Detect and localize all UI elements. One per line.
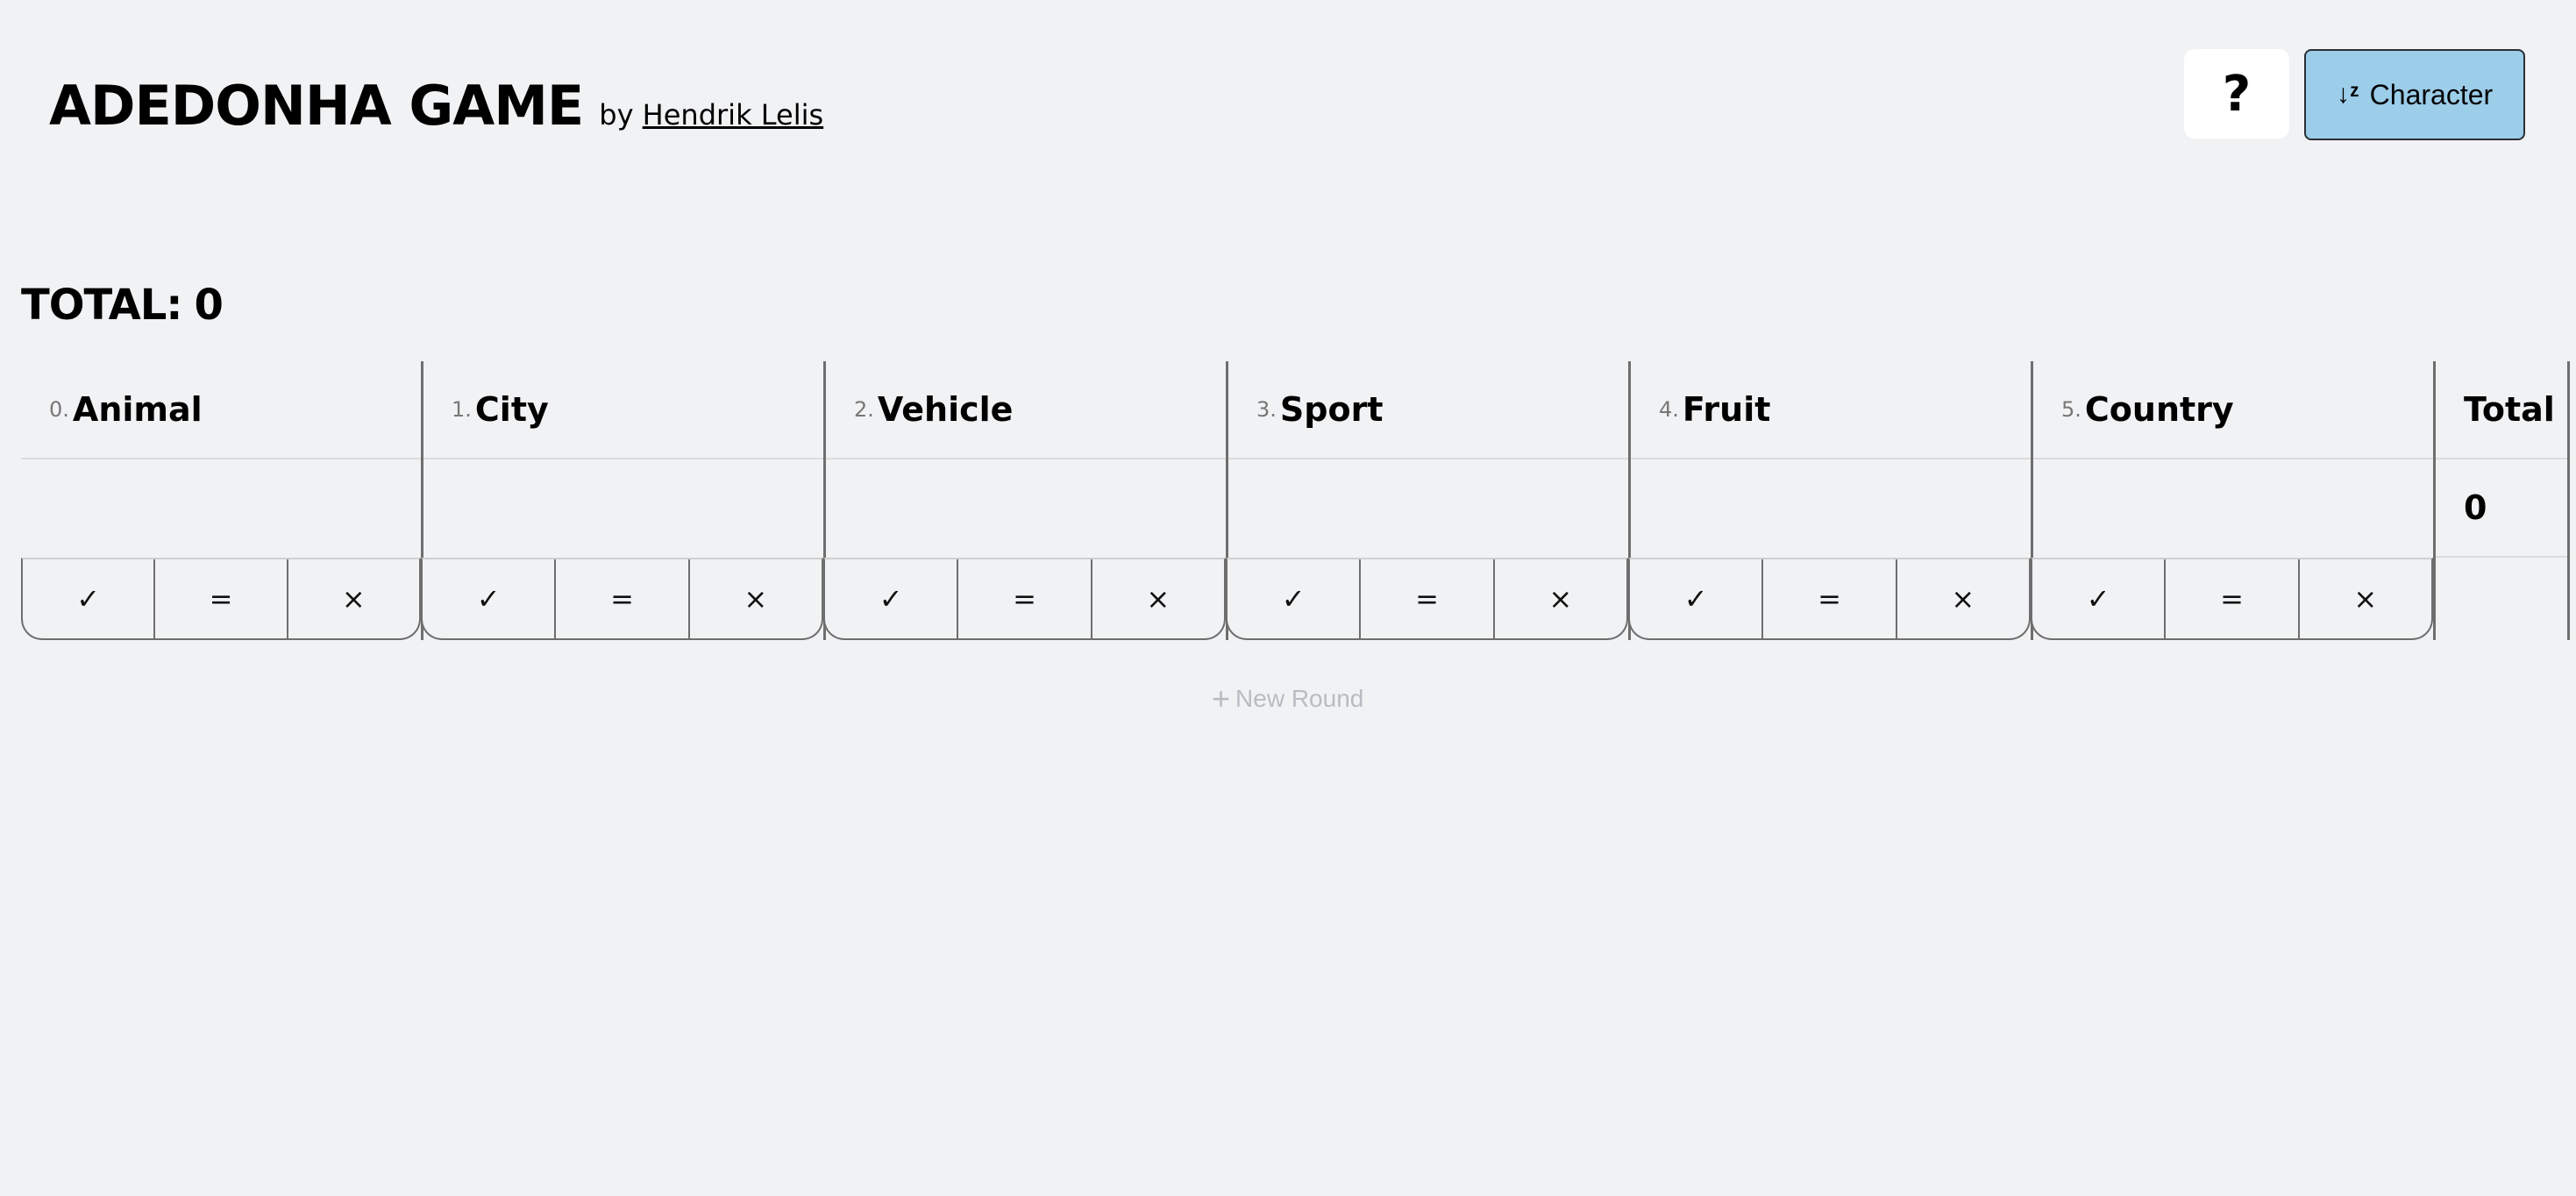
category-name: Country <box>2084 390 2234 429</box>
category-number: 4. <box>1659 397 1679 422</box>
category-header: 5. Country <box>2033 361 2433 459</box>
score-controls: ✓ = × <box>1628 558 2031 640</box>
equal-button[interactable]: = <box>2164 559 2297 638</box>
correct-button[interactable]: ✓ <box>423 559 554 638</box>
answer-cell[interactable] <box>826 459 1226 558</box>
category-header: 0. Animal <box>21 361 421 459</box>
round-total-value: 0 <box>2436 459 2567 558</box>
equal-button[interactable]: = <box>957 559 1090 638</box>
category-number: 2. <box>854 397 874 422</box>
category-column: 1. City ✓ = × <box>421 361 823 640</box>
category-number: 0. <box>49 397 69 422</box>
answer-cell[interactable] <box>1631 459 2031 558</box>
sort-character-button[interactable]: ↓ᶻ Character <box>2304 49 2525 140</box>
category-column: 3. Sport ✓ = × <box>1226 361 1628 640</box>
score-controls: ✓ = × <box>421 558 823 640</box>
correct-button[interactable]: ✓ <box>1228 559 1359 638</box>
category-column: 0. Animal ✓ = × <box>21 361 421 640</box>
wrong-button[interactable]: × <box>1895 559 2029 638</box>
wrong-button[interactable]: × <box>1090 559 1224 638</box>
category-name: City <box>474 390 549 429</box>
help-button[interactable]: ? <box>2184 49 2289 139</box>
equal-button[interactable]: = <box>1359 559 1492 638</box>
wrong-button[interactable]: × <box>286 559 419 638</box>
correct-button[interactable]: ✓ <box>23 559 153 638</box>
total-column: Total 0 <box>2433 361 2570 640</box>
score-board: 0. Animal ✓ = × 1. City ✓ = × 2. Vehicle… <box>21 361 2570 640</box>
correct-button[interactable]: ✓ <box>1630 559 1761 638</box>
app-header: ADEDONHA GAME by Hendrik Lelis <box>49 74 823 138</box>
new-round-label: New Round <box>1235 685 1364 712</box>
by-label: by <box>599 98 634 132</box>
wrong-button[interactable]: × <box>687 559 822 638</box>
category-header: 1. City <box>423 361 823 459</box>
category-number: 1. <box>452 397 472 422</box>
correct-button[interactable]: ✓ <box>2032 559 2164 638</box>
byline: by Hendrik Lelis <box>599 98 823 132</box>
category-header: 2. Vehicle <box>826 361 1226 459</box>
category-header: 4. Fruit <box>1631 361 2031 459</box>
category-name: Sport <box>1279 390 1384 429</box>
correct-button[interactable]: ✓ <box>825 559 957 638</box>
category-column: 2. Vehicle ✓ = × <box>823 361 1226 640</box>
equal-button[interactable]: = <box>1761 559 1895 638</box>
app-title: ADEDONHA GAME <box>49 74 584 138</box>
new-round-button[interactable]: + New Round <box>1212 680 1363 717</box>
category-column: 5. Country ✓ = × <box>2031 361 2433 640</box>
grand-total-value: 0 <box>194 281 224 330</box>
grand-total-label: TOTAL: <box>21 281 182 330</box>
equal-button[interactable]: = <box>153 559 286 638</box>
plus-icon: + <box>1212 680 1231 716</box>
total-header: Total <box>2436 361 2567 459</box>
equal-button[interactable]: = <box>554 559 687 638</box>
category-name: Vehicle <box>877 390 1014 429</box>
sort-label: Character <box>2369 78 2494 110</box>
answer-cell[interactable] <box>1228 459 1628 558</box>
category-column: 4. Fruit ✓ = × <box>1628 361 2031 640</box>
category-name: Fruit <box>1682 390 1771 429</box>
score-controls: ✓ = × <box>21 558 421 640</box>
answer-cell[interactable] <box>21 459 421 558</box>
wrong-button[interactable]: × <box>2297 559 2431 638</box>
wrong-button[interactable]: × <box>1492 559 1626 638</box>
answer-cell[interactable] <box>423 459 823 558</box>
category-number: 5. <box>2061 397 2081 422</box>
category-name: Animal <box>72 390 203 429</box>
category-number: 3. <box>1256 397 1277 422</box>
answer-cell[interactable] <box>2033 459 2433 558</box>
score-controls: ✓ = × <box>823 558 1226 640</box>
sort-alpha-icon: ↓ᶻ <box>2336 80 2359 109</box>
score-controls: ✓ = × <box>1226 558 1628 640</box>
author-link[interactable]: Hendrik Lelis <box>643 98 824 132</box>
score-controls: ✓ = × <box>2031 558 2433 640</box>
category-header: 3. Sport <box>1228 361 1628 459</box>
grand-total: TOTAL: 0 <box>21 281 224 330</box>
